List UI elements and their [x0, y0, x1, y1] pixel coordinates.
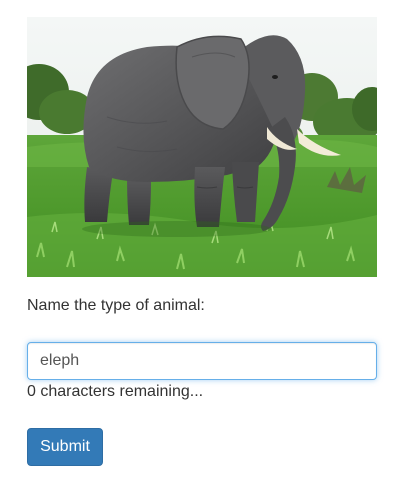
quiz-page: Name the type of animal: 0 characters re…: [0, 0, 404, 490]
submit-button[interactable]: Submit: [27, 428, 103, 466]
question-prompt: Name the type of animal:: [27, 297, 205, 314]
answer-input[interactable]: [27, 342, 377, 380]
characters-remaining-counter: 0 characters remaining...: [27, 383, 204, 400]
elephant-photo: [27, 17, 377, 277]
